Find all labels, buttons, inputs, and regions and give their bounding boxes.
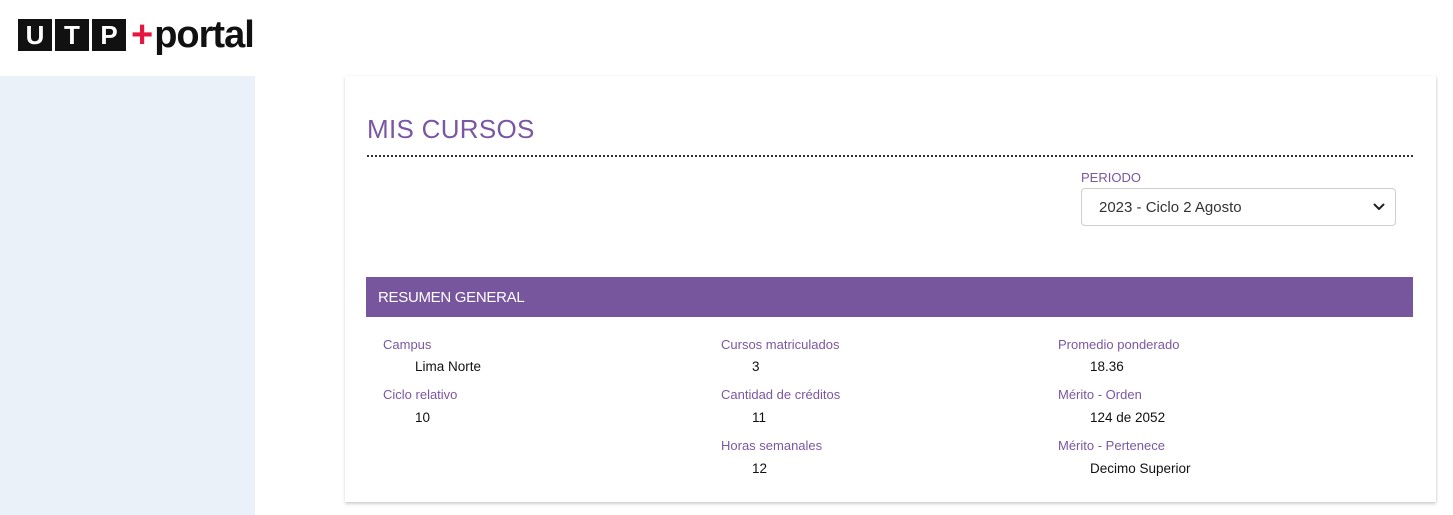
summary-header: RESUMEN GENERAL xyxy=(366,277,1413,317)
logo-letter-u: U xyxy=(18,19,52,51)
promedio-ponderado-value: 18.36 xyxy=(1090,359,1124,374)
chevron-down-icon xyxy=(1373,203,1385,210)
merito-pertenece-label: Mérito - Pertenece xyxy=(1058,438,1165,453)
page-title: MIS CURSOS xyxy=(367,114,535,144)
campus-value: Lima Norte xyxy=(415,359,482,374)
sidebar xyxy=(0,76,255,515)
campus-label: Campus xyxy=(383,337,432,352)
logo-word-portal: portal xyxy=(154,14,255,56)
horas-semanales-value: 12 xyxy=(752,461,768,476)
periodo-label: PERIODO xyxy=(1081,170,1141,185)
merito-orden-value: 124 de 2052 xyxy=(1090,410,1166,425)
logo-letter-p: P xyxy=(92,19,126,51)
ciclo-relativo-label: Ciclo relativo xyxy=(383,387,458,402)
cantidad-creditos-label: Cantidad de créditos xyxy=(721,387,841,402)
utp-portal-logo[interactable]: U T P + portal xyxy=(18,14,255,56)
promedio-ponderado-label: Promedio ponderado xyxy=(1058,337,1180,352)
periodo-select[interactable]: 2023 - Ciclo 2 Agosto xyxy=(1081,188,1396,226)
merito-orden-label: Mérito - Orden xyxy=(1058,387,1142,402)
merito-pertenece-value: Decimo Superior xyxy=(1090,461,1191,476)
cursos-matriculados-label: Cursos matriculados xyxy=(721,337,840,352)
logo-plus-sign: + xyxy=(131,14,154,56)
ciclo-relativo-value: 10 xyxy=(415,410,431,425)
top-bar: U T P + portal xyxy=(0,0,1453,76)
periodo-selected-value: 2023 - Ciclo 2 Agosto xyxy=(1099,198,1242,216)
cursos-matriculados-value: 3 xyxy=(752,359,760,374)
title-divider xyxy=(367,155,1413,157)
logo-letter-t: T xyxy=(55,19,89,51)
cantidad-creditos-value: 11 xyxy=(752,410,767,425)
horas-semanales-label: Horas semanales xyxy=(721,438,823,453)
summary-header-title: RESUMEN GENERAL xyxy=(378,288,525,306)
